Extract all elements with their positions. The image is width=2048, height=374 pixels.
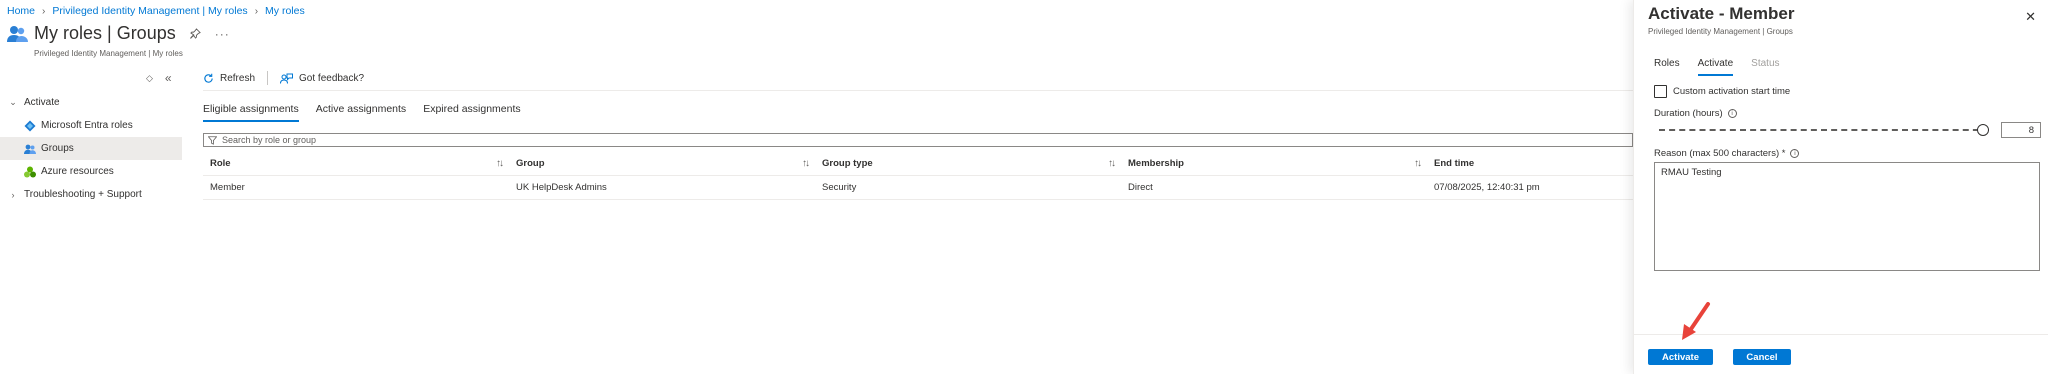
- entra-diamond-icon: [24, 120, 36, 132]
- chevron-right-icon: ›: [42, 5, 46, 17]
- column-header-group[interactable]: Group ↑↓: [509, 158, 815, 169]
- groups-icon: [24, 143, 36, 155]
- annotation-arrow-icon: [1682, 302, 1710, 340]
- sidebar-item-label: Microsoft Entra roles: [41, 120, 133, 131]
- breadcrumb-pim-my-roles[interactable]: Privileged Identity Management | My role…: [52, 5, 247, 17]
- custom-start-label: Custom activation start time: [1673, 86, 1791, 97]
- column-header-group-type[interactable]: Group type ↑↓: [815, 158, 1121, 169]
- refresh-icon: [204, 73, 213, 83]
- refresh-label: Refresh: [220, 72, 256, 84]
- column-header-membership[interactable]: Membership ↑↓: [1121, 158, 1427, 169]
- chevron-down-icon: ⌄: [9, 97, 17, 107]
- duration-label: Duration (hours): [1654, 108, 1723, 119]
- sidebar-item-label: Groups: [41, 143, 74, 154]
- refresh-button[interactable]: Refresh: [203, 73, 255, 84]
- reason-label: Reason (max 500 characters) *: [1654, 148, 1786, 159]
- column-header-end-time[interactable]: End time: [1427, 158, 1633, 169]
- feedback-icon: [280, 73, 294, 84]
- sort-icon[interactable]: ↑↓: [1108, 158, 1116, 169]
- column-header-label: Membership: [1128, 158, 1184, 169]
- sort-icon[interactable]: ↑↓: [1414, 158, 1422, 169]
- column-header-label: Group: [516, 158, 545, 169]
- page-subtitle: Privileged Identity Management | My role…: [34, 49, 183, 58]
- collapse-sidebar-icon[interactable]: «: [165, 71, 172, 85]
- sort-icon[interactable]: ↑↓: [496, 158, 504, 169]
- sort-icon[interactable]: ↑↓: [802, 158, 810, 169]
- info-icon[interactable]: i: [1727, 109, 1737, 118]
- chevron-right-icon: ›: [11, 189, 15, 200]
- reason-label-row: Reason (max 500 characters) * i: [1654, 148, 1800, 159]
- tab-roles[interactable]: Roles: [1654, 58, 1680, 76]
- slider-track: [1659, 129, 1989, 131]
- eligible-assignments-table: Role ↑↓ Group ↑↓ Group type ↑↓ Membership ↑↓…: [203, 152, 1633, 200]
- sidebar-group-troubleshooting[interactable]: › Troubleshooting + Support: [0, 183, 182, 206]
- sidebar-group-label: Activate: [24, 97, 60, 108]
- duration-input[interactable]: [2001, 122, 2041, 138]
- search-input[interactable]: [222, 135, 622, 145]
- panel-tabs: Roles Activate Status: [1654, 58, 1780, 76]
- column-header-label: Group type: [822, 158, 873, 169]
- tab-eligible-assignments[interactable]: Eligible assignments: [203, 103, 299, 122]
- azure-resources-icon: [24, 166, 36, 178]
- cancel-button[interactable]: Cancel: [1733, 349, 1791, 365]
- sidebar-item-label: Azure resources: [41, 166, 114, 177]
- expand-toggle-icon[interactable]: ◇: [146, 73, 153, 84]
- column-header-role[interactable]: Role ↑↓: [203, 158, 509, 169]
- table-cell-membership: Direct: [1128, 182, 1153, 193]
- tab-status: Status: [1751, 58, 1780, 69]
- table-cell-role: Member: [210, 182, 245, 193]
- sidebar: ⌄ Activate Microsoft Entra roles Groups …: [0, 91, 182, 206]
- breadcrumb: Home › Privileged Identity Management | …: [7, 5, 305, 17]
- duration-label-row: Duration (hours) i: [1654, 108, 1737, 119]
- breadcrumb-home[interactable]: Home: [7, 5, 35, 17]
- command-bar: Refresh Got feedback?: [203, 68, 364, 88]
- sidebar-item-azure-resources[interactable]: Azure resources: [0, 160, 182, 183]
- info-icon[interactable]: i: [1790, 149, 1800, 158]
- toolbar-divider: [267, 71, 269, 85]
- table-cell-group-type: Security: [822, 182, 857, 193]
- panel-subtitle: Privileged Identity Management | Groups: [1648, 27, 1793, 36]
- chevron-right-icon: ›: [254, 5, 259, 17]
- toolbar-divider-line: [203, 90, 1633, 91]
- duration-slider[interactable]: [1659, 123, 1989, 137]
- page-header: My roles | Groups ···: [7, 23, 230, 44]
- table-cell-group: UK HelpDesk Admins: [516, 182, 607, 193]
- assignment-tabs: Eligible assignments Active assignments …: [203, 103, 521, 122]
- feedback-label: Got feedback?: [299, 72, 365, 84]
- filter-icon: [208, 135, 217, 145]
- slider-thumb[interactable]: [1977, 124, 1989, 136]
- tab-active-assignments[interactable]: Active assignments: [316, 103, 406, 122]
- pin-icon[interactable]: [189, 28, 201, 39]
- search-box: [203, 133, 1633, 147]
- tab-activate[interactable]: Activate: [1697, 58, 1734, 76]
- sidebar-group-activate[interactable]: ⌄ Activate: [0, 91, 182, 114]
- table-cell-end-time: 07/08/2025, 12:40:31 pm: [1434, 182, 1540, 193]
- groups-icon: [7, 26, 28, 42]
- sidebar-item-groups[interactable]: Groups: [0, 137, 182, 160]
- page-title: My roles | Groups: [34, 23, 176, 43]
- breadcrumb-my-roles[interactable]: My roles: [265, 5, 305, 17]
- sidebar-item-entra-roles[interactable]: Microsoft Entra roles: [0, 114, 182, 137]
- close-icon[interactable]: ✕: [2025, 9, 2036, 25]
- column-header-label: Role: [210, 158, 231, 169]
- table-header-row: Role ↑↓ Group ↑↓ Group type ↑↓ Membership ↑↓…: [203, 152, 1633, 176]
- tab-expired-assignments[interactable]: Expired assignments: [423, 103, 520, 122]
- reason-textarea[interactable]: RMAU Testing: [1654, 162, 2040, 271]
- custom-start-row: Custom activation start time: [1654, 85, 1790, 98]
- sidebar-controls: ◇ «: [146, 71, 172, 85]
- more-options-icon[interactable]: ···: [215, 27, 230, 41]
- custom-start-checkbox[interactable]: [1654, 85, 1667, 98]
- panel-title: Activate - Member: [1648, 4, 1795, 23]
- sidebar-group-label: Troubleshooting + Support: [24, 189, 142, 200]
- activate-button[interactable]: Activate: [1648, 349, 1713, 365]
- activate-panel: Activate - Member Privileged Identity Ma…: [1633, 0, 2048, 374]
- table-row[interactable]: Member UK HelpDesk Admins Security Direc…: [203, 176, 1633, 200]
- column-header-label: End time: [1434, 158, 1475, 169]
- feedback-button[interactable]: Got feedback?: [280, 73, 364, 84]
